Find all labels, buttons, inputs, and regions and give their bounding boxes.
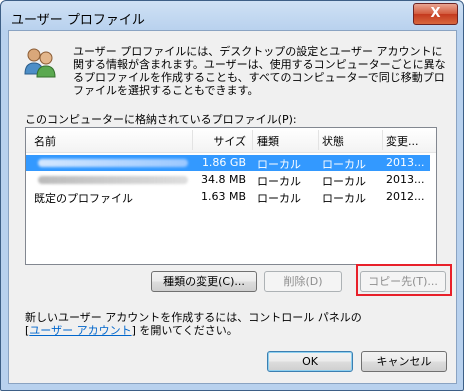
table-row[interactable]: 1.86 GB ローカル ローカル 2013...	[26, 155, 430, 171]
row-type: ローカル	[257, 175, 301, 188]
close-button[interactable]: X	[413, 3, 458, 25]
info-line-2-suffix: ] を開いてください。	[131, 324, 238, 337]
info-line-2: [ユーザー アカウント] を開いてください。	[25, 324, 362, 337]
list-header: 名前 サイズ 種類 状態 変更...	[26, 128, 436, 153]
row-modified: 2013...	[386, 156, 425, 169]
window-title: ユーザー プロファイル	[11, 13, 145, 28]
row-status: ローカル	[322, 158, 366, 171]
column-header-size[interactable]: サイズ	[194, 133, 246, 149]
close-icon: X	[430, 6, 441, 21]
delete-button[interactable]: 削除(D)	[264, 271, 342, 292]
profiles-list-label: このコンピューターに格納されているプロファイル(P):	[25, 113, 297, 126]
column-divider[interactable]	[192, 130, 193, 150]
row-name: 既定のプロファイル	[34, 192, 133, 205]
info-text: 新しいユーザー アカウントを作成するには、コントロール パネルの [ユーザー ア…	[25, 311, 362, 337]
user-profiles-dialog: ユーザー プロファイル X ユーザー プロファイルには、デスクトップの設定とユー…	[0, 0, 464, 391]
description-text: ユーザー プロファイルには、デスクトップの設定とユーザー アカウントに関する情報…	[73, 45, 446, 97]
row-size: 34.8 MB	[200, 173, 246, 186]
column-divider[interactable]	[252, 130, 253, 150]
title-bar: ユーザー プロファイル X	[1, 1, 463, 31]
row-modified: 2013...	[386, 173, 425, 186]
info-line-1: 新しいユーザー アカウントを作成するには、コントロール パネルの	[25, 311, 362, 324]
row-status: ローカル	[322, 192, 366, 205]
column-header-status[interactable]: 状態	[322, 133, 384, 149]
column-divider[interactable]	[382, 130, 383, 150]
table-row[interactable]: 34.8 MB ローカル ローカル 2013...	[26, 172, 430, 188]
column-header-modified[interactable]: 変更...	[386, 133, 430, 149]
copy-to-highlight-box	[356, 264, 452, 296]
change-type-button[interactable]: 種類の変更(C)...	[151, 271, 257, 292]
column-header-name[interactable]: 名前	[34, 133, 194, 149]
column-divider[interactable]	[318, 130, 319, 150]
row-type: ローカル	[257, 192, 301, 205]
dialog-body: ユーザー プロファイルには、デスクトップの設定とユーザー アカウントに関する情報…	[8, 30, 457, 384]
user-accounts-link[interactable]: ユーザー アカウント	[29, 324, 131, 337]
row-status: ローカル	[322, 175, 366, 188]
row-type: ローカル	[257, 158, 301, 171]
table-row[interactable]: 既定のプロファイル 1.63 MB ローカル ローカル 2012...	[26, 189, 430, 205]
ok-button[interactable]: OK	[267, 351, 353, 372]
profiles-list[interactable]: 名前 サイズ 種類 状態 変更... 1.86 GB ローカル ローカル 201…	[25, 127, 437, 265]
obscured-profile-name	[38, 159, 188, 167]
cancel-button[interactable]: キャンセル	[361, 351, 447, 372]
row-size: 1.63 MB	[200, 190, 246, 203]
row-size: 1.86 GB	[201, 156, 246, 169]
obscured-profile-name	[38, 176, 188, 184]
column-header-type[interactable]: 種類	[257, 133, 317, 149]
users-icon	[24, 48, 56, 78]
row-modified: 2012...	[386, 190, 425, 203]
